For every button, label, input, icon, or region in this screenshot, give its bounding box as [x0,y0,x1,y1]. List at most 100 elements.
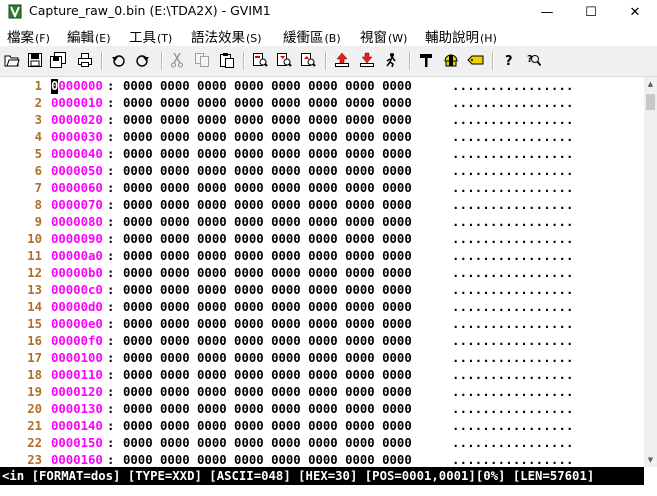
menu-help[interactable]: 輔助說明(H) [425,26,497,46]
ascii-column: ................ [452,436,574,450]
hex-bytes: 0000 0000 0000 0000 0000 0000 0000 0000 [123,147,412,161]
shell-button[interactable] [441,50,461,70]
print-button[interactable] [75,50,95,70]
run-script-button[interactable] [382,50,402,70]
hex-line[interactable]: 19 0000120:0000 0000 0000 0000 0000 0000 … [0,384,644,401]
editor-area[interactable]: 1 0000000:0000 0000 0000 0000 0000 0000 0… [0,77,644,467]
scroll-up-icon[interactable]: ▲ [644,77,657,91]
find-help-button[interactable]: ? [524,50,544,70]
hex-line[interactable]: 8 0000070:0000 0000 0000 0000 0000 0000 0… [0,197,644,214]
hex-line[interactable]: 20 0000130:0000 0000 0000 0000 0000 0000 … [0,401,644,418]
save-icon [28,53,42,67]
hex-line[interactable]: 15 00000e0:0000 0000 0000 0000 0000 0000 … [0,316,644,333]
svg-text:?: ? [505,54,513,68]
menu-file[interactable]: 檔案(F) [7,26,50,46]
hex-line[interactable]: 11 00000a0:0000 0000 0000 0000 0000 0000 … [0,248,644,265]
minimize-button[interactable]: — [525,0,569,24]
line-number: 7 [34,181,42,195]
line-number: 15 [27,317,42,331]
menu-syntax[interactable]: 語法效果(S) [191,26,262,46]
hex-line[interactable]: 4 0000030:0000 0000 0000 0000 0000 0000 0… [0,129,644,146]
line-number: 6 [34,164,42,178]
address: 0000080 [51,215,103,229]
address: 0000040 [51,147,103,161]
line-number: 4 [34,130,42,144]
hex-line[interactable]: 9 0000080:0000 0000 0000 0000 0000 0000 0… [0,214,644,231]
hex-line[interactable]: 2 0000010:0000 0000 0000 0000 0000 0000 0… [0,95,644,112]
address-separator: : [107,453,115,467]
address: 00000a0 [51,249,103,263]
tags-button[interactable] [466,50,486,70]
address-separator: : [107,249,115,263]
hex-line[interactable]: 21 0000140:0000 0000 0000 0000 0000 0000 … [0,418,644,435]
hex-line[interactable]: 5 0000040:0000 0000 0000 0000 0000 0000 0… [0,146,644,163]
address-separator: : [107,147,115,161]
hex-bytes: 0000 0000 0000 0000 0000 0000 0000 0000 [123,232,412,246]
hex-line[interactable]: 16 00000f0:0000 0000 0000 0000 0000 0000 … [0,333,644,350]
scroll-thumb[interactable] [646,94,655,110]
ascii-column: ................ [452,385,574,399]
ascii-column: ................ [452,147,574,161]
line-number: 12 [27,266,42,280]
find-next-button[interactable] [274,50,294,70]
hex-line[interactable]: 18 0000110:0000 0000 0000 0000 0000 0000 … [0,367,644,384]
menu-buffers[interactable]: 緩衝區(B) [283,26,341,46]
menu-edit[interactable]: 編輯(E) [67,26,111,46]
hex-bytes: 0000 0000 0000 0000 0000 0000 0000 0000 [123,385,412,399]
scroll-down-icon[interactable]: ▼ [644,453,657,467]
load-session-button[interactable] [332,50,352,70]
line-number: 10 [27,232,42,246]
address: 0000150 [51,436,103,450]
address-separator: : [107,385,115,399]
find-replace-icon [253,53,268,67]
hex-line[interactable]: 14 00000d0:0000 0000 0000 0000 0000 0000 … [0,299,644,316]
line-number: 1 [34,79,42,93]
maximize-button[interactable]: ☐ [569,0,613,24]
hex-line[interactable]: 1 0000000:0000 0000 0000 0000 0000 0000 0… [0,78,644,95]
hex-bytes: 0000 0000 0000 0000 0000 0000 0000 0000 [123,215,412,229]
hex-line[interactable]: 23 0000160:0000 0000 0000 0000 0000 0000 … [0,452,644,467]
cut-button[interactable] [167,50,187,70]
hex-line[interactable]: 10 0000090:0000 0000 0000 0000 0000 0000 … [0,231,644,248]
hex-line[interactable]: 7 0000060:0000 0000 0000 0000 0000 0000 0… [0,180,644,197]
help-button[interactable]: ? [499,50,519,70]
copy-button[interactable] [192,50,212,70]
redo-button[interactable] [133,50,153,70]
line-number: 3 [34,113,42,127]
ascii-column: ................ [452,368,574,382]
hex-line[interactable]: 17 0000100:0000 0000 0000 0000 0000 0000 … [0,350,644,367]
minimize-icon: — [540,4,554,20]
address-separator: : [107,232,115,246]
find-prev-icon [301,53,316,67]
close-button[interactable]: ✕ [613,0,657,24]
redo-icon [136,55,149,67]
find-prev-button[interactable] [298,50,318,70]
undo-button[interactable] [108,50,128,70]
tags-icon [467,55,484,65]
hex-line[interactable]: 6 0000050:0000 0000 0000 0000 0000 0000 0… [0,163,644,180]
save-all-button[interactable] [48,50,68,70]
make-button[interactable] [416,50,436,70]
hex-line[interactable]: 22 0000150:0000 0000 0000 0000 0000 0000 … [0,435,644,452]
menu-tools[interactable]: 工具(T) [129,26,172,46]
address-separator: : [107,334,115,348]
hex-line[interactable]: 13 00000c0:0000 0000 0000 0000 0000 0000 … [0,282,644,299]
ascii-column: ................ [452,181,574,195]
save-session-button[interactable] [357,50,377,70]
menu-window[interactable]: 視窗(W) [360,26,407,46]
address: 0000100 [51,351,103,365]
vertical-scrollbar[interactable]: ▲ ▼ [644,77,657,467]
address-separator: : [107,198,115,212]
hex-bytes: 0000 0000 0000 0000 0000 0000 0000 0000 [123,164,412,178]
find-replace-button[interactable] [250,50,270,70]
line-number: 17 [27,351,42,365]
save-button[interactable] [25,50,45,70]
open-button[interactable] [2,50,22,70]
hex-line[interactable]: 12 00000b0:0000 0000 0000 0000 0000 0000 … [0,265,644,282]
paste-button[interactable] [217,50,237,70]
address: 00000d0 [51,300,103,314]
hex-bytes: 0000 0000 0000 0000 0000 0000 0000 0000 [123,181,412,195]
address-separator: : [107,283,115,297]
address-separator: : [107,300,115,314]
hex-line[interactable]: 3 0000020:0000 0000 0000 0000 0000 0000 0… [0,112,644,129]
